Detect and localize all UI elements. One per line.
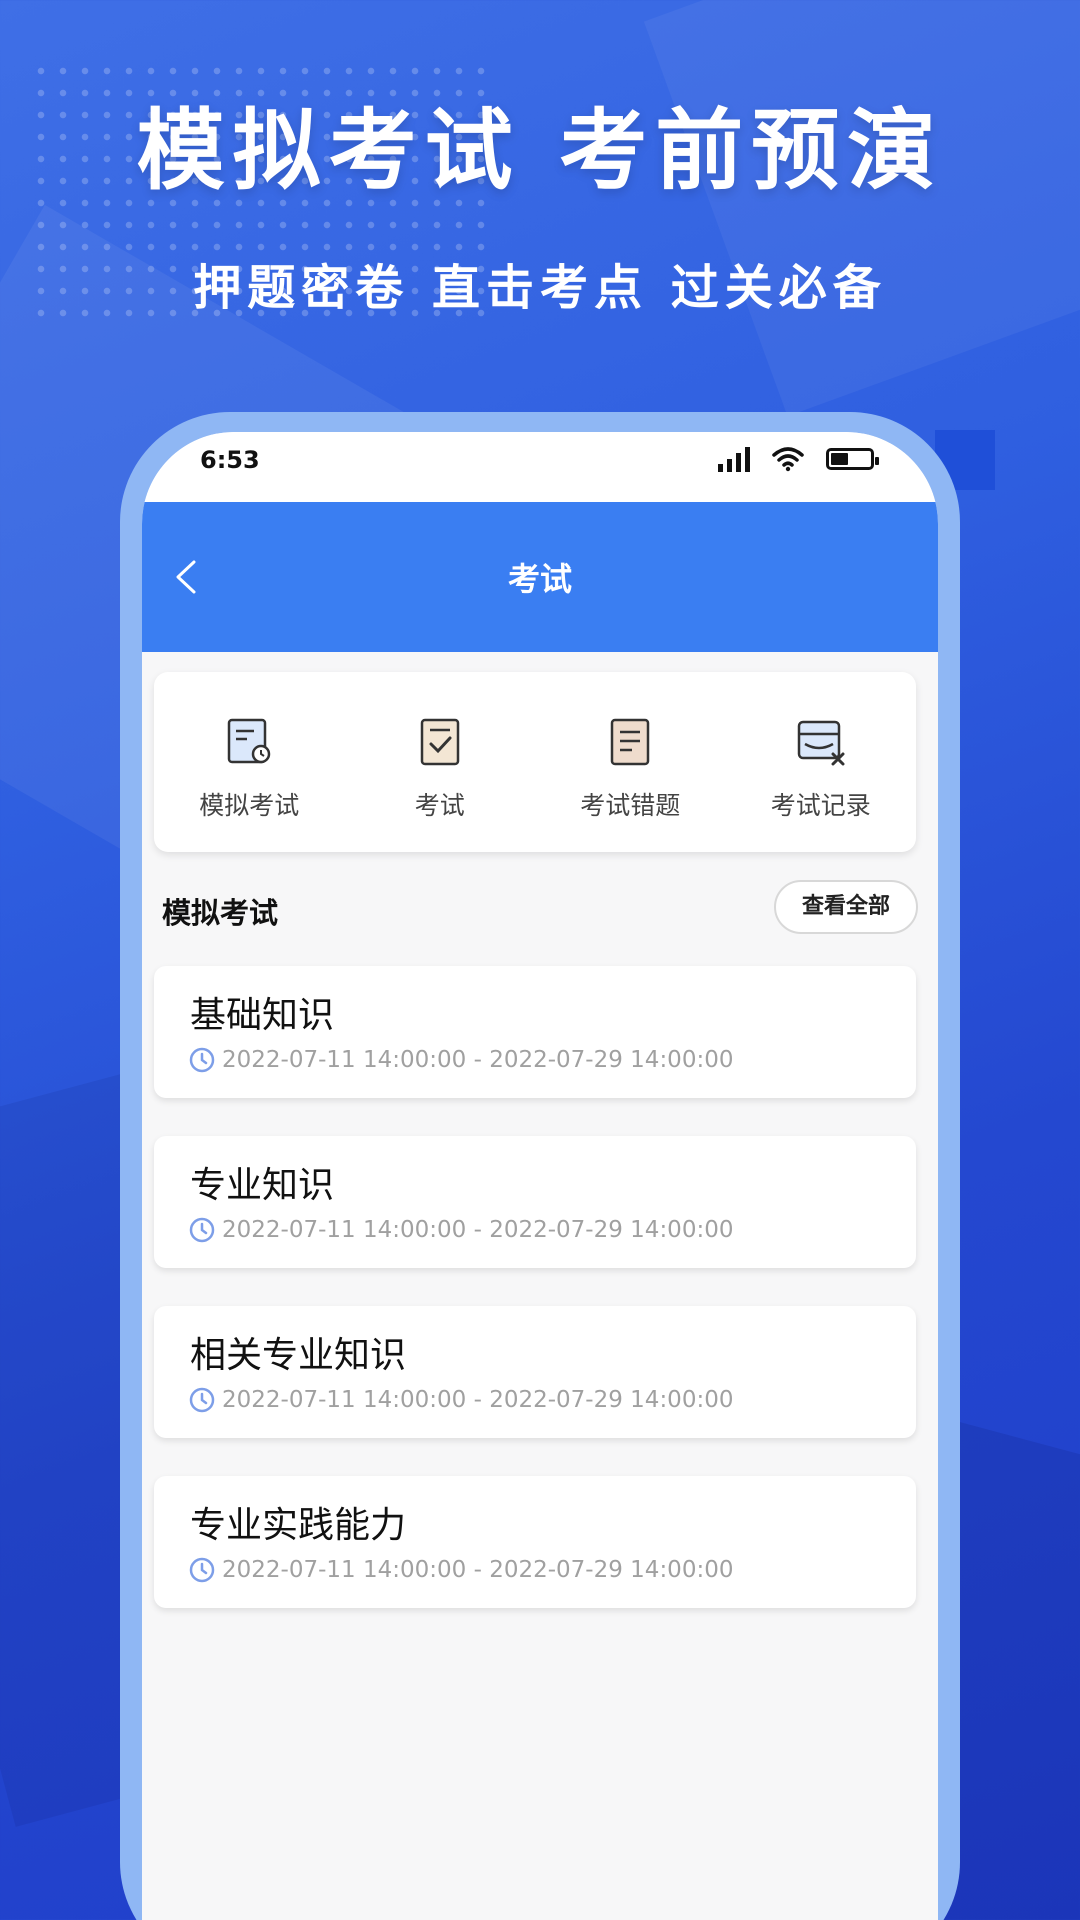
section-title: 模拟考试 — [162, 896, 279, 930]
battery-icon — [826, 448, 879, 470]
exam-time-text: 2022-07-11 14:00:00 - 2022-07-29 14:00:0… — [222, 1047, 734, 1073]
list-item[interactable]: 专业实践能力 2022-07-11 14:00:00 - 2022-07-29 … — [154, 1476, 916, 1608]
exam-time-text: 2022-07-11 14:00:00 - 2022-07-29 14:00:0… — [222, 1387, 734, 1413]
status-icons — [718, 446, 879, 472]
exam-name: 基础知识 — [190, 995, 335, 1036]
view-all-button[interactable]: 查看全部 — [774, 880, 918, 934]
exam-time-text: 2022-07-11 14:00:00 - 2022-07-29 14:00:0… — [222, 1557, 734, 1583]
clock-icon — [189, 1557, 215, 1583]
status-time: 6:53 — [200, 446, 260, 474]
menu-label: 考试记录 — [770, 791, 871, 820]
menu-card: 模拟考试 考试 考试错题 考试记录 — [154, 672, 916, 852]
menu-label: 考试错题 — [580, 791, 681, 820]
status-bar: 6:53 — [142, 432, 938, 502]
exam-check-icon — [420, 718, 459, 766]
navbar: 考试 — [142, 502, 938, 652]
exam-name: 相关专业知识 — [190, 1335, 407, 1376]
mock-exam-icon — [228, 718, 271, 764]
exam-time-text: 2022-07-11 14:00:00 - 2022-07-29 14:00:0… — [222, 1217, 734, 1243]
wrong-questions-icon — [611, 718, 650, 766]
page-title: 考试 — [507, 560, 572, 598]
exam-time: 2022-07-11 14:00:00 - 2022-07-29 14:00:0… — [188, 1046, 733, 1074]
exam-time: 2022-07-11 14:00:00 - 2022-07-29 14:00:0… — [188, 1556, 733, 1584]
menu-item-exam[interactable]: 考试 — [345, 672, 536, 852]
wifi-icon — [772, 447, 804, 472]
list-item[interactable]: 专业知识 2022-07-11 14:00:00 - 2022-07-29 14… — [154, 1136, 916, 1268]
menu-label: 模拟考试 — [199, 791, 300, 820]
phone-frame: 6:53 考试 模拟考试 考试 考试错题 考试记录 模拟考试 查看全部 基础知识… — [120, 412, 960, 1920]
exam-list: 基础知识 2022-07-11 14:00:00 - 2022-07-29 14… — [154, 966, 916, 1646]
background-shape — [643, 0, 1080, 417]
exam-name: 专业知识 — [190, 1165, 335, 1206]
exam-record-icon — [797, 720, 845, 766]
signal-icon — [718, 446, 750, 472]
menu-item-mock-exam[interactable]: 模拟考试 — [154, 672, 345, 852]
clock-icon — [189, 1217, 215, 1243]
section-header: 模拟考试 查看全部 — [162, 878, 918, 938]
list-item[interactable]: 相关专业知识 2022-07-11 14:00:00 - 2022-07-29 … — [154, 1306, 916, 1438]
exam-name: 专业实践能力 — [190, 1505, 407, 1546]
clock-icon — [189, 1047, 215, 1073]
clock-icon — [189, 1387, 215, 1413]
exam-time: 2022-07-11 14:00:00 - 2022-07-29 14:00:0… — [188, 1216, 733, 1244]
menu-label: 考试 — [414, 791, 465, 820]
menu-item-wrong-questions[interactable]: 考试错题 — [535, 672, 726, 852]
banner-subline: 押题密卷 直击考点 过关必备 — [193, 260, 887, 316]
banner-headline: 模拟考试 考前预演 — [136, 99, 944, 202]
phone-screen: 6:53 考试 模拟考试 考试 考试错题 考试记录 模拟考试 查看全部 基础知识… — [142, 432, 938, 1920]
exam-time: 2022-07-11 14:00:00 - 2022-07-29 14:00:0… — [188, 1386, 733, 1414]
list-item[interactable]: 基础知识 2022-07-11 14:00:00 - 2022-07-29 14… — [154, 966, 916, 1098]
menu-item-exam-record[interactable]: 考试记录 — [726, 672, 917, 852]
